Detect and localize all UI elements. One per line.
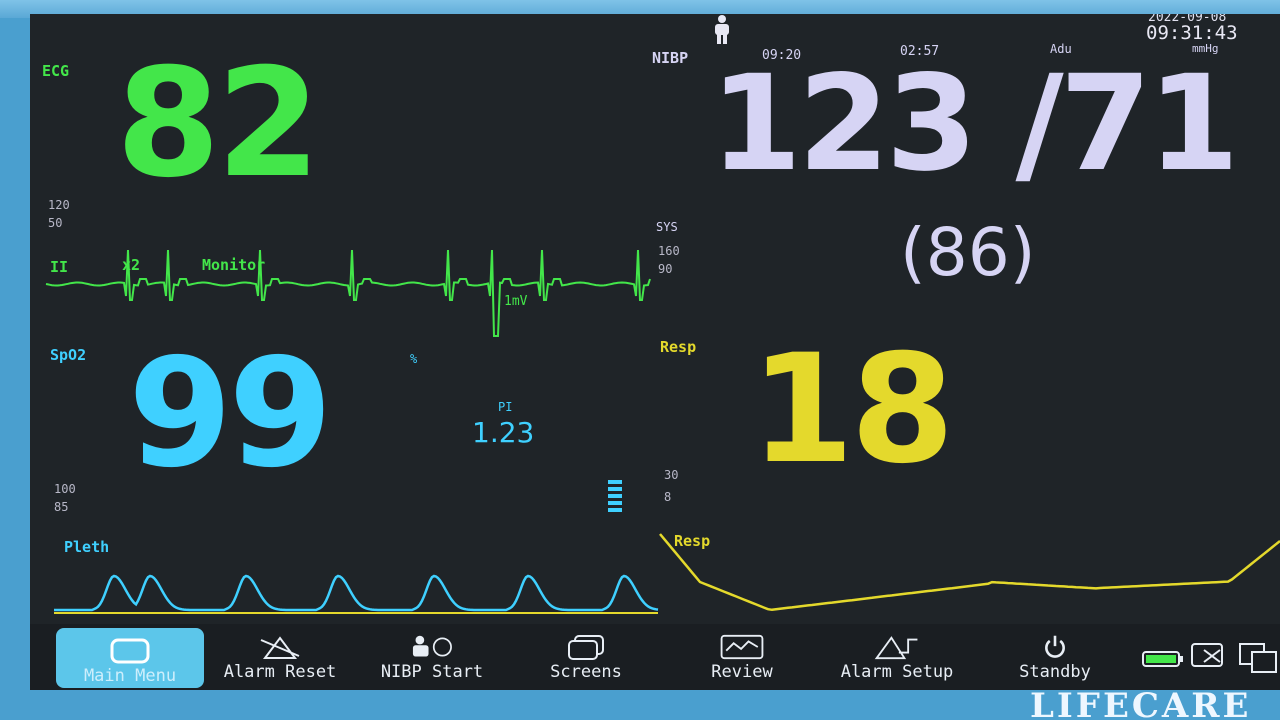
- nibp-start-label: NIBP Start: [380, 662, 484, 682]
- nibp-alarm-label: SYS: [656, 220, 678, 234]
- nibp-alarm-low: 90: [658, 262, 673, 276]
- hr-alarm-high: 120: [48, 198, 70, 212]
- signal-strength-bar: [608, 480, 622, 514]
- brand-logo: LIFECARE: [1030, 686, 1252, 720]
- monitor-screen: 2022-09-08 09:31:43 ECG 82 120 50 II x2 …: [30, 14, 1280, 690]
- power-icon: [1045, 635, 1065, 658]
- resp-alarm-high: 30: [664, 468, 679, 482]
- spo2-alarm-high: 100: [54, 482, 76, 496]
- heart-rate-value[interactable]: 82: [116, 44, 321, 204]
- resp-value[interactable]: 18: [750, 330, 955, 490]
- alarm-reset-button[interactable]: Alarm Reset: [210, 624, 350, 690]
- person-icon: [710, 14, 734, 50]
- network-icon: [1190, 642, 1232, 678]
- nibp-label: NIBP: [652, 49, 689, 67]
- alarm-reset-label: Alarm Reset: [223, 662, 337, 682]
- alarm-reset-icon: [260, 636, 300, 659]
- screens-label: Screens: [550, 662, 622, 682]
- monitor-icon: [110, 638, 150, 664]
- nibp-alarm-high: 160: [658, 244, 680, 258]
- standby-button[interactable]: Standby: [1000, 624, 1110, 690]
- resp-waveform: [659, 533, 1280, 612]
- pi-label: PI: [498, 400, 513, 414]
- screens-icon: [568, 635, 604, 660]
- nibp-mean: (86): [900, 214, 1036, 291]
- battery-icon: [1142, 650, 1184, 672]
- bottom-menu-bar: Main Menu Alarm Reset NIBP Start Screens…: [30, 624, 1280, 690]
- nibp-value[interactable]: 123 /71: [710, 54, 1239, 194]
- display-icon: [1238, 642, 1278, 678]
- resp-label: Resp: [660, 338, 697, 356]
- hr-alarm-low: 50: [48, 216, 63, 230]
- alarm-setup-button[interactable]: Alarm Setup: [820, 624, 974, 690]
- spo2-value[interactable]: 99: [128, 334, 333, 494]
- main-menu-label: Main Menu: [83, 666, 177, 686]
- standby-label: Standby: [1019, 662, 1091, 682]
- review-button[interactable]: Review: [680, 624, 804, 690]
- review-label: Review: [711, 662, 773, 682]
- main-menu-button[interactable]: Main Menu: [56, 628, 204, 688]
- review-icon: [720, 634, 764, 660]
- pi-value: 1.23: [472, 416, 535, 449]
- pleth-waveform: [54, 574, 659, 614]
- screens-button[interactable]: Screens: [520, 624, 652, 690]
- spo2-percent-indicator: %: [410, 352, 418, 366]
- ecg-waveform: [45, 249, 651, 337]
- resp-alarm-low: 8: [664, 490, 672, 504]
- alarm-setup-icon: [874, 636, 918, 660]
- spo2-alarm-low: 85: [54, 500, 69, 514]
- nibp-start-icon: [412, 635, 452, 657]
- nibp-start-button[interactable]: NIBP Start: [362, 624, 502, 690]
- alarm-setup-label: Alarm Setup: [840, 662, 954, 682]
- header-time: 09:31:43: [1146, 22, 1238, 44]
- spo2-label: SpO2: [50, 346, 87, 364]
- ecg-label: ECG: [42, 62, 70, 80]
